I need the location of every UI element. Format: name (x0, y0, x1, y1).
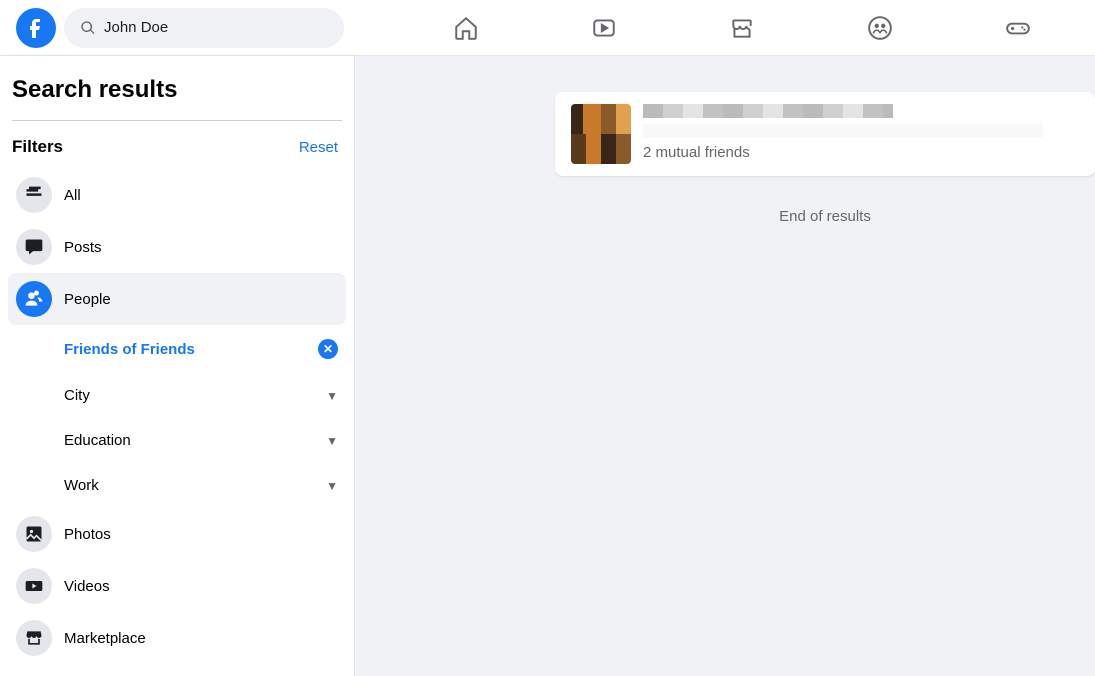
nav-watch[interactable] (580, 4, 628, 52)
filter-videos[interactable]: Videos (8, 560, 346, 612)
result-subtitle-redacted (643, 124, 1043, 138)
people-icon (16, 281, 52, 317)
filter-marketplace[interactable]: Marketplace (8, 612, 346, 664)
all-icon (16, 177, 52, 213)
facebook-logo[interactable] (16, 8, 56, 48)
chevron-down-icon: ▼ (326, 479, 338, 493)
search-icon (80, 20, 96, 36)
header: John Doe (0, 0, 1095, 56)
search-value: John Doe (104, 19, 168, 36)
mutual-friends-text: 2 mutual friends (643, 144, 1043, 161)
nav-groups[interactable] (856, 4, 904, 52)
filter-label: People (64, 291, 111, 308)
sub-filter-education[interactable]: Education ▼ (56, 418, 346, 463)
videos-icon (16, 568, 52, 604)
filter-label: Photos (64, 526, 111, 543)
divider (12, 120, 342, 121)
posts-icon (16, 229, 52, 265)
sub-filter-label: Work (64, 477, 99, 494)
result-name-redacted (643, 104, 893, 118)
search-input[interactable]: John Doe (64, 8, 344, 48)
avatar (571, 104, 631, 164)
nav-home[interactable] (442, 4, 490, 52)
filter-label: All (64, 187, 81, 204)
nav-marketplace[interactable] (718, 4, 766, 52)
watch-icon (591, 15, 617, 41)
chevron-down-icon: ▼ (326, 389, 338, 403)
sub-filter-label: Education (64, 432, 131, 449)
filters-label: Filters (12, 137, 63, 157)
sidebar: Search results Filters Reset All Posts P… (0, 56, 355, 676)
sub-filter-work[interactable]: Work ▼ (56, 463, 346, 508)
nav-gaming[interactable] (994, 4, 1042, 52)
reset-link[interactable]: Reset (299, 139, 338, 156)
results-area: 2 mutual friends End of results (355, 56, 1095, 676)
filter-people[interactable]: People (8, 273, 346, 325)
marketplace-icon (729, 15, 755, 41)
filter-all[interactable]: All (8, 169, 346, 221)
filter-label: Posts (64, 239, 102, 256)
sub-filter-label: Friends of Friends (64, 341, 195, 358)
marketplace-icon (16, 620, 52, 656)
chevron-down-icon: ▼ (326, 434, 338, 448)
filter-posts[interactable]: Posts (8, 221, 346, 273)
sub-filter-city[interactable]: City ▼ (56, 373, 346, 418)
sub-filter-label: City (64, 387, 90, 404)
photos-icon (16, 516, 52, 552)
close-icon[interactable]: ✕ (318, 339, 338, 359)
page-title: Search results (8, 68, 346, 120)
end-of-results: End of results (555, 208, 1095, 225)
groups-icon (867, 15, 893, 41)
filter-label: Videos (64, 578, 110, 595)
filter-photos[interactable]: Photos (8, 508, 346, 560)
home-icon (453, 15, 479, 41)
gaming-icon (1005, 15, 1031, 41)
sub-filter-friends-of-friends[interactable]: Friends of Friends ✕ (56, 325, 346, 373)
result-card[interactable]: 2 mutual friends (555, 92, 1095, 176)
filter-label: Marketplace (64, 630, 146, 647)
